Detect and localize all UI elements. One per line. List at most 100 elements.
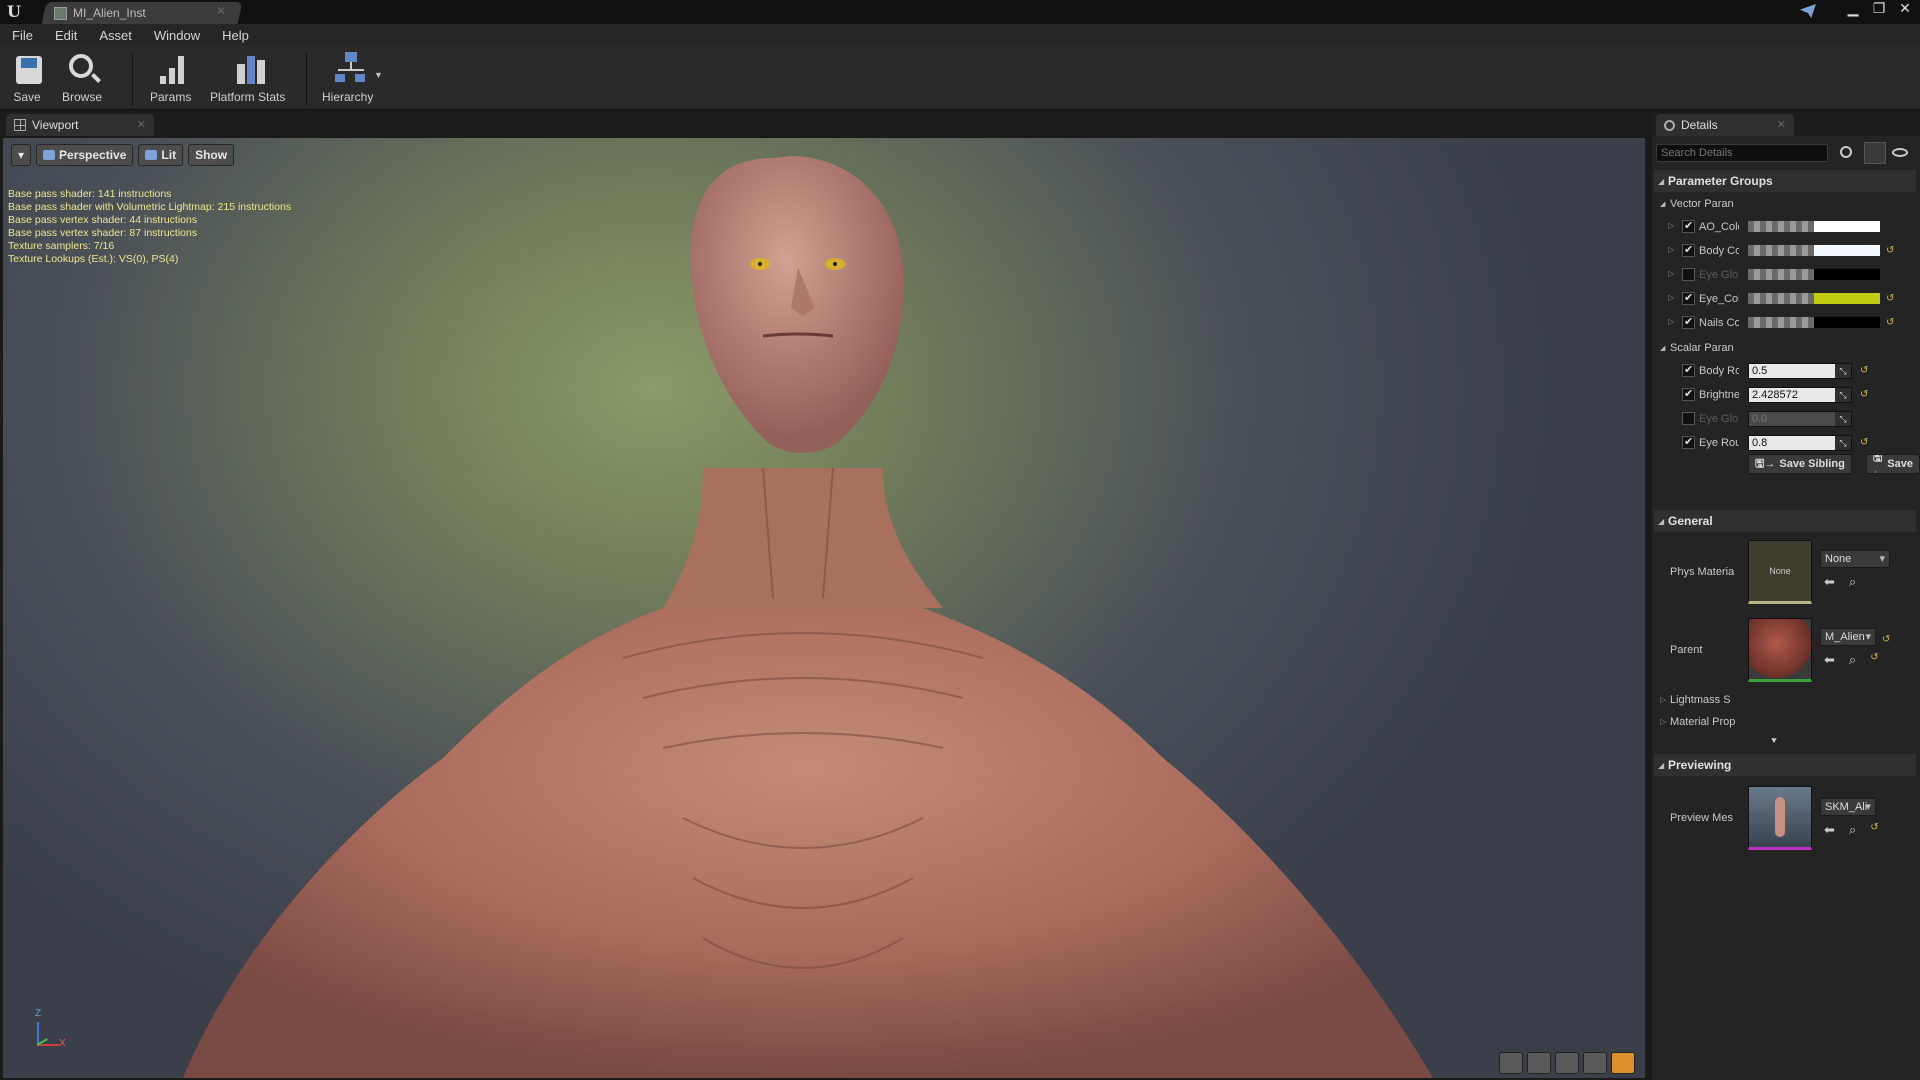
reset-to-default-icon[interactable]: ↺ (1886, 293, 1894, 304)
menu-asset[interactable]: Asset (99, 28, 132, 43)
color-swatch[interactable] (1814, 245, 1880, 256)
slider-handle-icon[interactable]: ⤡ (1835, 412, 1851, 426)
param-checkbox[interactable] (1682, 363, 1695, 377)
color-swatch-alpha[interactable] (1748, 293, 1814, 304)
use-selected-arrow-icon[interactable]: ⬅ (1824, 822, 1835, 838)
scalar-value-field[interactable]: 0.8 ⤡ (1748, 435, 1852, 451)
browse-asset-icon[interactable]: ⌕ (1849, 652, 1856, 668)
property-matrix-icon[interactable] (1864, 142, 1886, 164)
lit-button[interactable]: Lit (138, 144, 184, 166)
slider-handle-icon[interactable]: ⤡ (1835, 388, 1851, 402)
parent-material-dropdown[interactable]: M_Alien (1820, 628, 1876, 646)
viewport-icon (14, 119, 26, 131)
param-checkbox[interactable] (1682, 243, 1695, 257)
expand-icon[interactable]: ▷ (1668, 269, 1674, 278)
parameter-groups-header[interactable]: Parameter Groups (1654, 170, 1916, 192)
color-swatch-alpha[interactable] (1748, 317, 1814, 328)
parent-material-thumbnail[interactable] (1748, 618, 1812, 682)
reset-to-default-icon[interactable]: ↺ (1860, 437, 1868, 448)
scalar-params-header[interactable]: Scalar Paran (1660, 342, 1734, 354)
reset-to-default-icon[interactable]: ↺ (1860, 389, 1868, 400)
general-header[interactable]: General (1654, 510, 1916, 532)
preview-mesh-icon[interactable] (1611, 1052, 1635, 1074)
reset-to-default-icon[interactable]: ↺ (1886, 317, 1894, 328)
color-swatch[interactable] (1814, 293, 1880, 304)
phys-material-value: None (1825, 553, 1852, 565)
scalar-value-field[interactable]: 2.428572 ⤡ (1748, 387, 1852, 403)
browse-button[interactable]: Browse (62, 50, 102, 104)
expand-icon[interactable]: ▷ (1668, 293, 1674, 302)
preview-sphere-icon[interactable] (1527, 1052, 1551, 1074)
eye-icon[interactable] (1892, 148, 1908, 157)
details-tab[interactable]: Details ✕ (1656, 114, 1794, 136)
use-selected-arrow-icon[interactable]: ⬅ (1824, 652, 1835, 668)
color-swatch[interactable] (1814, 269, 1880, 280)
browse-asset-icon[interactable]: ⌕ (1849, 822, 1856, 838)
params-button[interactable]: Params (150, 50, 191, 104)
material-properties-row[interactable]: Material Prop (1660, 716, 1735, 728)
reset-to-default-icon[interactable]: ↺ (1882, 634, 1890, 645)
param-checkbox[interactable] (1682, 387, 1695, 401)
save-sibling-button[interactable]: 🖫→ Save Sibling (1748, 454, 1852, 474)
use-selected-arrow-icon[interactable]: ⬅ (1824, 574, 1835, 590)
expand-icon[interactable]: ▷ (1668, 245, 1674, 254)
advanced-expand-icon[interactable]: ⯆ (1770, 736, 1778, 747)
close-tab-icon[interactable]: ✕ (216, 4, 226, 18)
restore-icon[interactable]: ❐ (1870, 0, 1888, 17)
close-details-tab-icon[interactable]: ✕ (1777, 118, 1786, 131)
vector-params-header[interactable]: Vector Paran (1660, 198, 1734, 210)
color-swatch-alpha[interactable] (1748, 269, 1814, 280)
reset-to-default-icon[interactable]: ↺ (1860, 365, 1868, 376)
preview-cylinder-icon[interactable] (1499, 1052, 1523, 1074)
color-swatch[interactable] (1814, 221, 1880, 232)
phys-material-thumbnail[interactable]: None (1748, 540, 1812, 604)
menu-bar: File Edit Asset Window Help (0, 24, 1920, 46)
hierarchy-button[interactable]: Hierarchy (322, 50, 373, 104)
preview-plane-icon[interactable] (1555, 1052, 1579, 1074)
reset-to-default-icon[interactable]: ↺ (1886, 245, 1894, 256)
show-button[interactable]: Show (188, 144, 235, 166)
preview-mesh-dropdown[interactable]: SKM_Ali (1820, 798, 1876, 816)
reset-to-default-icon[interactable]: ↺ (1870, 652, 1878, 668)
scalar-params-label: Scalar Paran (1670, 342, 1734, 354)
param-checkbox[interactable] (1682, 291, 1695, 305)
browse-asset-icon[interactable]: ⌕ (1849, 574, 1856, 590)
expand-icon[interactable]: ▷ (1668, 221, 1674, 230)
expand-icon[interactable]: ▷ (1668, 317, 1674, 326)
save-button[interactable]: Save (10, 50, 44, 104)
viewport-tab[interactable]: Viewport ✕ (6, 114, 154, 136)
phys-material-dropdown[interactable]: None (1820, 550, 1890, 568)
close-window-icon[interactable]: ✕ (1896, 0, 1914, 17)
menu-window[interactable]: Window (154, 28, 200, 43)
preview-cube-icon[interactable] (1583, 1052, 1607, 1074)
save-child-button[interactable]: 🖫↓ Save (1866, 454, 1920, 474)
platform-stats-button[interactable]: Platform Stats (210, 50, 285, 104)
slider-handle-icon[interactable]: ⤡ (1835, 364, 1851, 378)
param-checkbox[interactable] (1682, 219, 1695, 233)
hierarchy-dropdown-icon[interactable]: ▼ (374, 70, 383, 80)
scalar-value-field[interactable]: 0.0 ⤡ (1748, 411, 1852, 427)
menu-edit[interactable]: Edit (55, 28, 77, 43)
close-viewport-tab-icon[interactable]: ✕ (137, 118, 146, 131)
viewport-options-button[interactable]: ▾ (11, 144, 32, 166)
param-checkbox[interactable] (1682, 315, 1695, 329)
reset-to-default-icon[interactable]: ↺ (1870, 822, 1878, 838)
menu-file[interactable]: File (12, 28, 33, 43)
param-checkbox[interactable] (1682, 435, 1695, 449)
minimize-icon[interactable]: ▁ (1844, 0, 1862, 17)
color-swatch[interactable] (1814, 317, 1880, 328)
previewing-header[interactable]: Previewing (1654, 754, 1916, 776)
perspective-button[interactable]: Perspective (36, 144, 134, 166)
preview-mesh-thumbnail[interactable] (1748, 786, 1812, 850)
param-checkbox[interactable] (1682, 412, 1695, 425)
lightmass-settings-row[interactable]: Lightmass S (1660, 694, 1731, 706)
search-details-input[interactable]: Search Details (1656, 144, 1828, 162)
notification-icon[interactable] (1800, 4, 1816, 18)
color-swatch-alpha[interactable] (1748, 245, 1814, 256)
slider-handle-icon[interactable]: ⤡ (1835, 436, 1851, 450)
color-swatch-alpha[interactable] (1748, 221, 1814, 232)
viewport[interactable]: ▾ Perspective Lit Show Base pass shader:… (3, 138, 1645, 1078)
scalar-value-field[interactable]: 0.5 ⤡ (1748, 363, 1852, 379)
menu-help[interactable]: Help (222, 28, 249, 43)
param-checkbox[interactable] (1682, 268, 1695, 281)
